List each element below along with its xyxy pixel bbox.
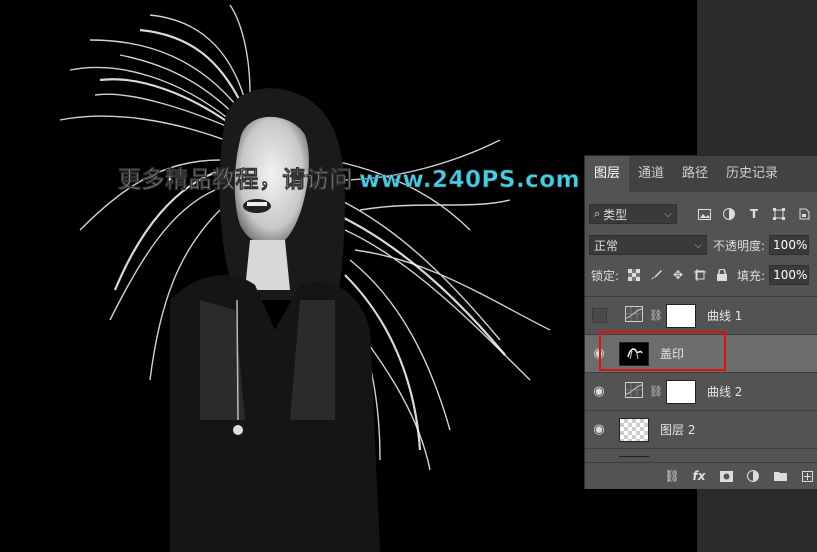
shape-filter-icon[interactable] <box>770 205 788 223</box>
layer-name: 图层 2 <box>660 423 696 437</box>
visibility-toggle[interactable]: ◉ <box>585 373 613 410</box>
new-group-icon[interactable] <box>773 469 787 483</box>
search-icon: ⌕ <box>594 207 601 220</box>
filter-kind-label: 类型 <box>603 207 628 222</box>
lock-row: 锁定: ✥ 填充: 100% <box>585 262 817 288</box>
filter-row: ⌕ 类型 ⌵ T <box>585 200 817 228</box>
layer-row[interactable]: ◉ 图层 2 <box>585 411 817 449</box>
panel-bottom-bar: ⛓ fx <box>585 462 817 489</box>
eye-icon: ◉ <box>593 422 605 437</box>
layer-list: ⛓ 曲线 1 ◉ 盖印 ◉ ⛓ 曲线 2 ◉ 图层 2 <box>585 296 817 457</box>
link-layers-icon[interactable]: ⛓ <box>664 469 679 483</box>
lock-transparent-pixels-icon[interactable] <box>627 268 641 282</box>
visibility-toggle[interactable] <box>585 449 613 457</box>
mask-link-icon: ⛓ <box>649 309 663 322</box>
layer-row[interactable]: ⛓ 曲线 1 <box>585 297 817 335</box>
blend-mode-select[interactable]: 正常 ⌵ <box>589 235 707 255</box>
layer-mask-thumbnail[interactable] <box>665 379 696 404</box>
layer-row-partial[interactable] <box>585 449 817 457</box>
red-highlight-box <box>599 331 726 371</box>
tab-layers[interactable]: 图层 <box>585 156 630 192</box>
chevron-down-icon: ⌵ <box>664 208 672 220</box>
watermark-url: www.240PS.com <box>359 167 581 194</box>
fill-label: 填充: <box>737 268 766 283</box>
add-mask-icon[interactable] <box>719 469 733 483</box>
curves-adjustment-icon <box>625 306 643 325</box>
image-filter-icon[interactable] <box>695 205 713 223</box>
hidden-visibility-box <box>591 308 607 323</box>
new-layer-icon[interactable] <box>800 469 814 483</box>
type-filter-icon[interactable]: T <box>745 205 763 223</box>
lock-artboard-icon[interactable] <box>693 268 707 282</box>
layer-name: 曲线 2 <box>706 385 743 399</box>
blend-row: 正常 ⌵ 不透明度: 100% <box>585 232 817 258</box>
curves-adjustment-icon <box>625 382 643 401</box>
panel-tabs: 图层 通道 路径 历史记录 <box>585 156 817 192</box>
lock-label: 锁定: <box>591 268 620 283</box>
lock-image-pixels-icon[interactable] <box>649 268 663 282</box>
layer-row[interactable]: ◉ ⛓ 曲线 2 <box>585 373 817 411</box>
mask-link-icon: ⛓ <box>649 385 663 398</box>
visibility-toggle[interactable] <box>585 297 613 334</box>
opacity-input[interactable]: 100% <box>769 235 810 255</box>
watermark-caption: 更多精品教程，请访问 <box>118 167 353 194</box>
visibility-toggle[interactable]: ◉ <box>585 411 613 448</box>
lock-position-icon[interactable]: ✥ <box>671 268 685 282</box>
tab-history[interactable]: 历史记录 <box>717 156 787 192</box>
watermark-text: 更多精品教程，请访问 www.240PS.com <box>118 160 580 194</box>
chevron-down-icon: ⌵ <box>694 239 702 251</box>
adjustment-filter-icon[interactable] <box>720 205 738 223</box>
fill-input[interactable]: 100% <box>769 265 810 285</box>
lock-all-icon[interactable] <box>715 268 729 282</box>
adjustment-layer-icon[interactable] <box>746 469 760 483</box>
layer-filter-select[interactable]: ⌕ 类型 ⌵ <box>589 204 677 224</box>
tab-paths[interactable]: 路径 <box>673 156 717 192</box>
layer-mask-thumbnail[interactable] <box>665 303 696 328</box>
layer-thumbnail[interactable] <box>619 417 649 442</box>
smart-object-filter-icon[interactable] <box>795 205 813 223</box>
eye-icon: ◉ <box>593 384 605 399</box>
layer-thumbnail[interactable] <box>619 455 649 457</box>
blend-mode-value: 正常 <box>594 238 619 253</box>
fx-icon[interactable]: fx <box>692 469 706 483</box>
layer-name: 曲线 1 <box>706 309 743 323</box>
layers-panel: 图层 通道 路径 历史记录 ⌕ 类型 ⌵ T 正常 ⌵ 不透明度: 100% 锁… <box>584 155 817 489</box>
tab-channels[interactable]: 通道 <box>629 156 673 192</box>
opacity-label: 不透明度: <box>713 238 766 253</box>
